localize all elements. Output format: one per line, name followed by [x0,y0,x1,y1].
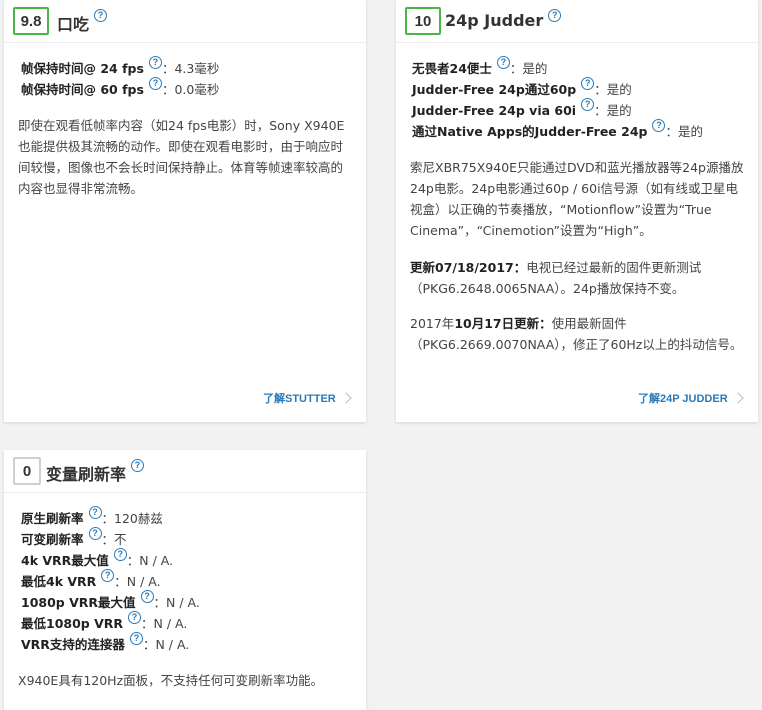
help-icon[interactable]: ? [148,77,162,90]
learn-stutter-link[interactable]: 了解STUTTER [263,390,336,406]
vrr-row-4: 1080p VRR最大值? ：N / A. [21,590,200,613]
row-label: 帧保持时间@ 60 fps [21,82,144,97]
chevron-right-icon [732,392,744,404]
help-icon[interactable]: ? [496,56,510,69]
row-label: VRR支持的连接器 [21,637,125,652]
stutter-title: 口吃? [57,9,108,35]
update-2-prefix: 2017年 [410,316,455,331]
vrr-description: X940E具有120Hz面板，不支持任何可变刷新率功能。 [18,673,324,688]
row-label: 最低1080p VRR [21,616,124,631]
help-icon[interactable]: ? [148,56,162,69]
row-label: 1080p VRR最大值 [21,595,136,610]
vrr-row-2: 4k VRR最大值? ：N / A. [21,548,174,571]
chevron-right-icon [340,392,352,404]
row-value: ：4.3毫秒 [161,61,220,76]
row-label: Judder-Free 24p通过60p [412,82,577,97]
stutter-card: 9.8 口吃? 帧保持时间@ 24 fps? ：4.3毫秒 帧保持时间@ 60 f… [4,0,366,422]
row-value: ：120赫兹 [101,511,163,526]
vrr-card-header: 0 变量刷新率? [4,450,366,493]
vrr-row-3: 最低4k VRR? ：N / A. [21,569,161,592]
judder-row-3: 通过Native Apps的Judder-Free 24p? ：是的 [412,119,703,142]
row-label: 通过Native Apps的Judder-Free 24p [412,124,648,139]
stutter-description: 即使在观看低帧率内容（如24 fps电影）时，Sony X940E也能提供极其流… [18,118,345,196]
judder-update-2: 2017年10月17日更新：使用最新固件（PKG6.2669.0070NAA），… [410,313,746,355]
row-label: 帧保持时间@ 24 fps [21,61,144,76]
vrr-card: 0 变量刷新率? 原生刷新率? ：120赫兹 可变刷新率? ：不 4k VRR最大值… [4,450,366,710]
help-icon[interactable]: ? [581,77,595,90]
vrr-title: 变量刷新率? [46,459,145,485]
help-icon[interactable]: ? [88,506,102,519]
help-icon[interactable]: ? [128,611,142,624]
judder-card: 10 24p Judder? 无畏者24便士? ：是的 Judder-Free 2… [396,0,758,422]
row-label: 原生刷新率 [21,511,84,526]
stutter-title-text: 口吃 [57,15,90,34]
judder-update-1: 更新07/18/2017：电视已经过最新的固件更新测试（PKG6.2648.00… [410,257,746,299]
help-icon[interactable]: ? [581,98,595,111]
row-label: 4k VRR最大值 [21,553,109,568]
help-icon[interactable]: ? [548,9,562,22]
stutter-row-60fps: 帧保持时间@ 60 fps? ：0.0毫秒 [21,77,220,100]
update-2-heading: 10月17日更新： [454,316,552,331]
vrr-row-6: VRR支持的连接器? ：N / A. [21,632,190,655]
row-label: Judder-Free 24p via 60i [412,103,577,118]
judder-card-header: 10 24p Judder? [396,0,758,43]
judder-row-2: Judder-Free 24p via 60i? ：是的 [412,98,632,121]
vrr-row-5: 最低1080p VRR? ：N / A. [21,611,188,634]
row-value: ：是的 [594,82,632,97]
learn-judder-link[interactable]: 了解24P JUDDER [638,390,728,406]
row-label: 最低4k VRR [21,574,97,589]
row-value: ：N / A. [142,637,190,652]
row-label: 无畏者24便士 [412,61,492,76]
vrr-score-badge: 0 [13,457,41,485]
row-value: ：不 [101,532,127,547]
judder-row-1: Judder-Free 24p通过60p? ：是的 [412,77,632,100]
row-value: ：N / A. [153,595,200,610]
help-icon[interactable]: ? [140,590,154,603]
help-icon[interactable]: ? [94,9,108,22]
help-icon[interactable]: ? [101,569,115,582]
vrr-title-text: 变量刷新率 [46,465,127,484]
vrr-row-0: 原生刷新率? ：120赫兹 [21,506,163,529]
help-icon[interactable]: ? [652,119,666,132]
row-value: ：N / A. [141,616,188,631]
row-value: ：N / A. [114,574,161,589]
judder-title-text: 24p Judder [445,11,544,30]
judder-score-badge: 10 [405,7,441,35]
help-icon[interactable]: ? [113,548,127,561]
update-1-heading: 更新07/18/2017： [410,260,527,275]
row-label: 可变刷新率 [21,532,84,547]
help-icon[interactable]: ? [129,632,143,645]
judder-title: 24p Judder? [445,9,562,30]
row-value: ：是的 [509,61,548,76]
stutter-card-header: 9.8 口吃? [4,0,366,43]
row-value: ：N / A. [126,553,174,568]
row-value: ：0.0毫秒 [161,82,220,97]
help-icon[interactable]: ? [131,459,145,472]
stutter-row-24fps: 帧保持时间@ 24 fps? ：4.3毫秒 [21,56,220,79]
row-value: ：是的 [665,124,703,139]
judder-row-0: 无畏者24便士? ：是的 [412,56,548,79]
vrr-row-1: 可变刷新率? ：不 [21,527,127,550]
stutter-score-badge: 9.8 [13,7,49,35]
judder-description: 索尼XBR75X940E只能通过DVD和蓝光播放器等24p源播放24p电影。24… [410,160,744,238]
help-icon[interactable]: ? [88,527,102,540]
row-value: ：是的 [594,103,632,118]
